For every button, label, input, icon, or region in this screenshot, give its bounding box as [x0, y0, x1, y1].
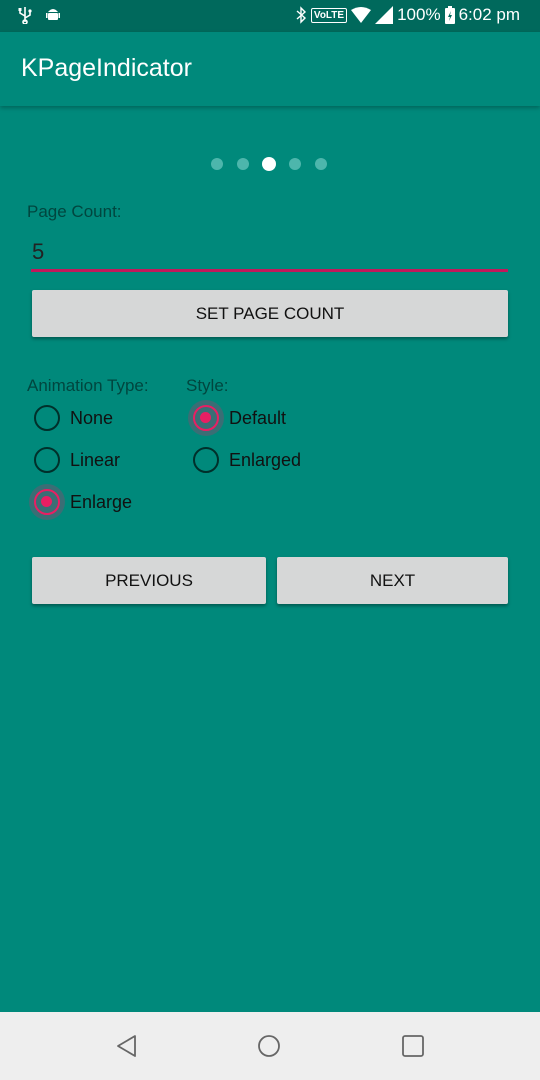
recents-icon[interactable] — [401, 1034, 425, 1058]
radio-button[interactable] — [193, 405, 219, 431]
radio-label: Enlarge — [70, 491, 133, 512]
home-icon[interactable] — [257, 1034, 281, 1058]
indicator-dot — [315, 158, 327, 170]
bluetooth-icon — [296, 6, 306, 24]
radio-animation-enlarge[interactable]: Enlarge — [29, 484, 133, 520]
usb-icon — [18, 7, 32, 24]
radio-label: Enlarged — [229, 449, 302, 470]
android-debug-icon — [46, 9, 60, 20]
page-indicator — [211, 157, 333, 171]
radio-button[interactable] — [34, 447, 60, 473]
radio-label: None — [70, 407, 114, 428]
previous-button[interactable]: PREVIOUS — [32, 557, 266, 604]
radio-button[interactable] — [34, 489, 60, 515]
battery-icon — [444, 6, 455, 24]
page-count-label: Page Count: — [27, 202, 122, 221]
radio-animation-linear[interactable]: Linear — [34, 447, 120, 473]
indicator-dot — [289, 158, 301, 170]
page-count-input[interactable]: 5 — [32, 239, 44, 265]
clock: 6:02 pm — [458, 5, 520, 24]
app-bar: KPageIndicator — [0, 32, 540, 106]
indicator-dot-active — [262, 157, 276, 171]
next-button[interactable]: NEXT — [277, 557, 508, 604]
battery-percent: 100% — [397, 5, 441, 24]
signal-icon — [375, 6, 394, 24]
app-title: KPageIndicator — [21, 54, 192, 82]
system-navigation-bar — [0, 1012, 540, 1080]
radio-label: Linear — [70, 449, 121, 470]
radio-style-enlarged[interactable]: Enlarged — [193, 447, 301, 473]
back-icon[interactable] — [115, 1034, 139, 1058]
page-count-input-underline — [31, 269, 508, 272]
radio-animation-none[interactable]: None — [34, 405, 113, 431]
wifi-icon — [351, 7, 372, 23]
animation-type-label: Animation Type: — [27, 376, 149, 395]
radio-label: Default — [229, 407, 287, 428]
radio-button[interactable] — [193, 447, 219, 473]
indicator-dot — [211, 158, 223, 170]
indicator-dot — [237, 158, 249, 170]
radio-style-default[interactable]: Default — [188, 400, 287, 436]
status-bar: VoLTE 100% 6:02 pm — [0, 0, 540, 32]
radio-button[interactable] — [34, 405, 60, 431]
volte-badge: VoLTE — [310, 7, 348, 23]
set-page-count-button[interactable]: SET PAGE COUNT — [32, 290, 508, 337]
style-label: Style: — [186, 376, 229, 395]
